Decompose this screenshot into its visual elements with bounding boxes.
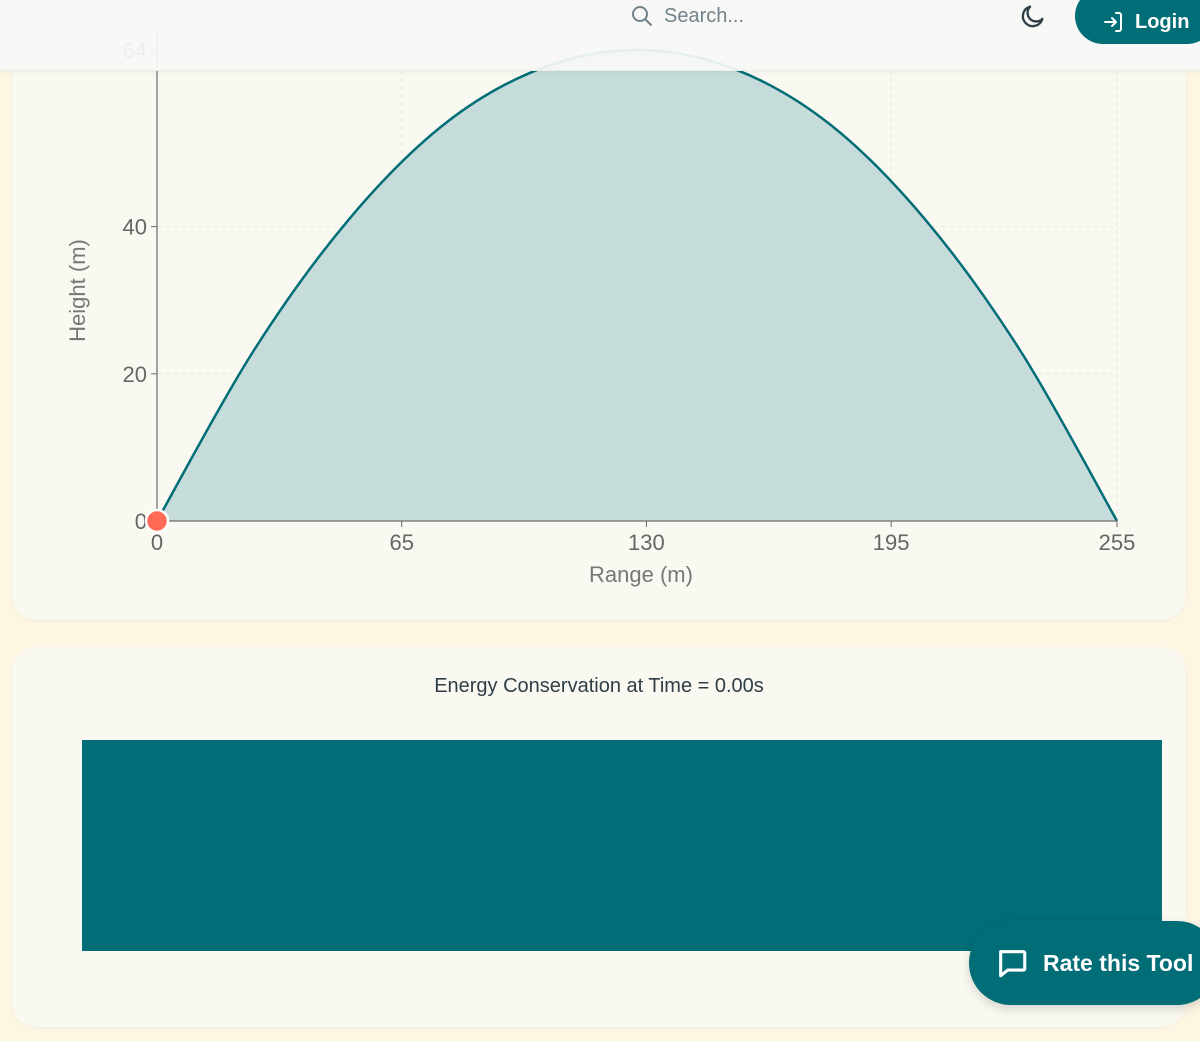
projectile-marker [144,508,170,534]
x-axis-label: Range (m) [589,562,693,587]
y-axis-label: Height (m) [65,239,90,342]
x-tick-label: 255 [1099,530,1136,555]
rate-tool-button[interactable]: Rate this Tool [969,921,1200,1005]
trajectory-chart: 0651301952550204064Range (m)Height (m) [65,30,1136,587]
x-tick-label: 130 [628,530,665,555]
y-tick-label: 20 [123,362,147,387]
trajectory-chart-card: 0651301952550204064Range (m)Height (m) [12,0,1186,620]
login-icon [1104,12,1122,32]
top-header: Search... Login [0,0,1200,71]
search-box[interactable]: Search... [630,0,850,32]
x-tick-label: 65 [389,530,413,555]
energy-bar [82,740,1162,951]
login-button[interactable]: Login [1075,0,1200,44]
x-tick-label: 0 [151,530,163,555]
moon-icon [1021,5,1044,28]
x-tick-label: 195 [873,530,910,555]
search-icon [632,6,652,26]
energy-chart-title: Energy Conservation at Time = 0.00s [434,675,764,697]
rate-tool-label: Rate this Tool [1043,949,1194,976]
trajectory-area [157,50,1117,521]
page: 0651301952550204064Range (m)Height (m) E… [0,0,1200,1041]
search-placeholder: Search... [664,4,745,27]
theme-toggle-button[interactable] [1016,0,1050,32]
y-tick-label: 40 [123,215,147,240]
login-label: Login [1135,10,1190,33]
chat-bubble-icon [999,950,1027,978]
